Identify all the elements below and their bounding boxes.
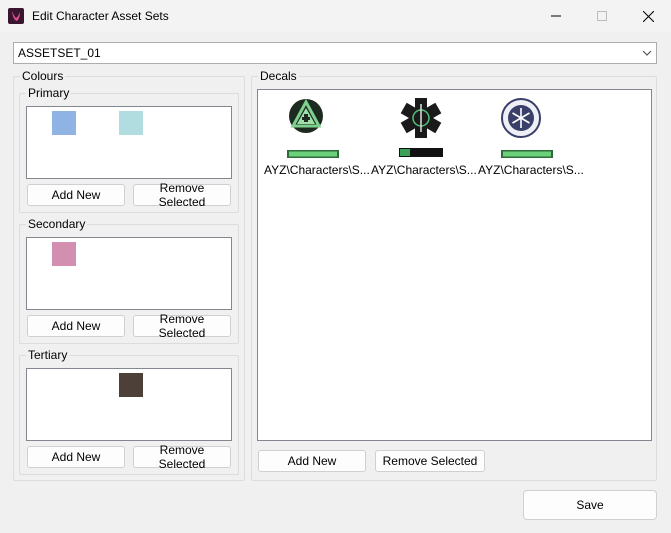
title-bar: Edit Character Asset Sets — [0, 0, 671, 32]
decals-add-new-button[interactable]: Add New — [258, 450, 366, 472]
tertiary-group: Tertiary Add New Remove Selected — [19, 348, 239, 475]
colours-group: Colours Primary Add New Remove Selected … — [13, 69, 245, 481]
chevron-down-icon — [642, 50, 652, 56]
decal-caption: AYZ\Characters\S... — [264, 163, 370, 177]
decal-item[interactable]: AYZ\Characters\S... — [371, 98, 477, 183]
close-icon — [642, 10, 654, 22]
hazard-triangle-decal-icon — [287, 98, 339, 158]
save-button[interactable]: Save — [523, 490, 657, 520]
asset-set-dropdown[interactable]: ASSETSET_01 — [13, 42, 657, 64]
close-button[interactable] — [625, 0, 671, 32]
primary-group-label: Primary — [26, 86, 72, 100]
secondary-remove-selected-button[interactable]: Remove Selected — [133, 312, 231, 340]
decals-group: Decals AYZ\Characters\S... AYZ\Character… — [251, 69, 657, 481]
window-title: Edit Character Asset Sets — [32, 9, 169, 23]
decals-list[interactable]: AYZ\Characters\S... AYZ\Characters\S... — [257, 89, 652, 441]
secondary-group: Secondary Add New Remove Selected — [19, 217, 239, 344]
snowflake-seal-decal-icon — [501, 98, 553, 158]
primary-add-new-button[interactable]: Add New — [27, 184, 125, 206]
app-logo-icon — [8, 8, 24, 24]
tertiary-add-new-button[interactable]: Add New — [27, 446, 125, 468]
minimize-button[interactable] — [533, 0, 579, 32]
maximize-button[interactable] — [579, 0, 625, 32]
decal-caption: AYZ\Characters\S... — [371, 163, 477, 177]
colour-swatch[interactable] — [119, 111, 143, 135]
decal-caption: AYZ\Characters\S... — [478, 163, 584, 177]
decals-remove-selected-button[interactable]: Remove Selected — [375, 450, 485, 472]
primary-group: Primary Add New Remove Selected — [19, 86, 239, 213]
colour-swatch[interactable] — [52, 242, 76, 266]
primary-remove-selected-button[interactable]: Remove Selected — [133, 181, 231, 209]
primary-colour-list[interactable] — [26, 106, 232, 179]
secondary-group-label: Secondary — [26, 217, 88, 231]
decals-group-label: Decals — [258, 69, 299, 83]
maximize-icon — [597, 11, 607, 21]
decal-item[interactable]: AYZ\Characters\S... — [478, 98, 584, 183]
colour-swatch[interactable] — [119, 373, 143, 397]
secondary-add-new-button[interactable]: Add New — [27, 315, 125, 337]
tertiary-remove-selected-button[interactable]: Remove Selected — [133, 443, 231, 471]
minimize-icon — [551, 15, 561, 17]
medic-star-decal-icon — [399, 98, 443, 157]
colour-swatch[interactable] — [52, 111, 76, 135]
tertiary-group-label: Tertiary — [26, 348, 70, 362]
colours-group-label: Colours — [20, 69, 66, 83]
asset-set-value: ASSETSET_01 — [18, 46, 101, 60]
tertiary-colour-list[interactable] — [26, 368, 232, 441]
decal-item[interactable]: AYZ\Characters\S... — [264, 98, 370, 183]
secondary-colour-list[interactable] — [26, 237, 232, 310]
